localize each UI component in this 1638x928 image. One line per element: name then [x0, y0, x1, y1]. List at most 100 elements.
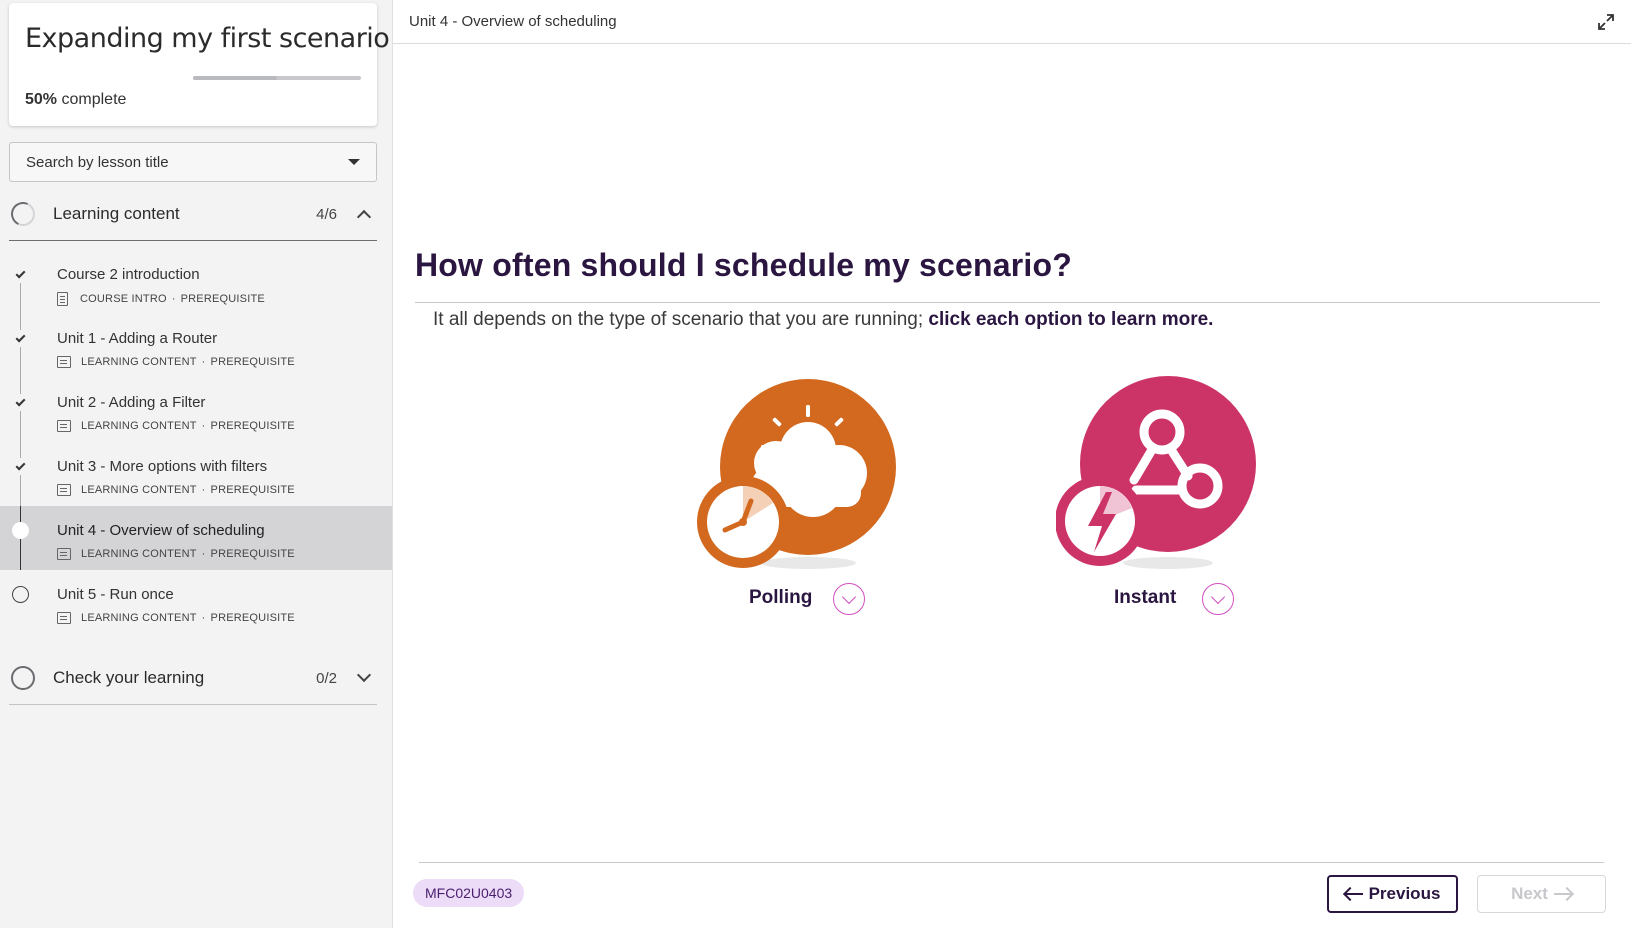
lesson-title: Course 2 introduction: [57, 266, 200, 283]
polling-option[interactable]: Polling: [693, 375, 903, 625]
section-progress-ring-icon: [11, 666, 35, 690]
lesson-title: Unit 1 - Adding a Router: [57, 330, 218, 347]
intro-bold: click each option to learn more.: [928, 309, 1214, 330]
next-button[interactable]: Next: [1477, 875, 1606, 913]
course-progress-card: Expanding my first scenario 50% complete: [9, 3, 390, 126]
course-progress-bar: [193, 76, 361, 80]
section-count: 4/6: [316, 205, 337, 223]
meta-separator: ·: [201, 612, 206, 624]
lesson-meta: LEARNING CONTENT · PREREQUISITE: [57, 548, 295, 560]
section-label: Learning content: [53, 204, 180, 223]
lesson-meta: COURSE INTRO · PREREQUISITE: [57, 292, 265, 306]
meta-separator: ·: [201, 356, 206, 368]
course-progress-fill: [193, 76, 277, 80]
section-count: 0/2: [316, 669, 337, 687]
lesson-meta: LEARNING CONTENT · PREREQUISITE: [57, 420, 295, 432]
check-icon: [15, 268, 26, 278]
lesson-tag: PREREQUISITE: [210, 356, 295, 368]
lesson-tag: PREREQUISITE: [210, 484, 295, 496]
lesson-item-unit-4-current[interactable]: Unit 4 - Overview of scheduling LEARNING…: [0, 506, 392, 570]
lesson-tag: PREREQUISITE: [210, 548, 295, 560]
slides-icon: [57, 420, 71, 432]
lesson-title: Unit 2 - Adding a Filter: [57, 394, 206, 411]
heading-divider: [415, 302, 1600, 303]
section-header-check-your-learning[interactable]: Check your learning 0/2: [9, 652, 377, 704]
lesson-meta: LEARNING CONTENT · PREREQUISITE: [57, 484, 295, 496]
slides-icon: [57, 548, 71, 560]
arrow-left-icon: [1344, 893, 1363, 895]
lesson-search-dropdown[interactable]: Search by lesson title: [9, 142, 377, 182]
next-label: Next: [1511, 884, 1548, 903]
section-divider: [9, 240, 377, 241]
lesson-viewer: Unit 4 - Overview of scheduling How ofte…: [392, 0, 1638, 928]
section-progress-ring-icon: [7, 198, 39, 230]
instant-label: Instant: [1114, 587, 1177, 608]
lesson-not-started-marker: [12, 586, 29, 603]
lesson-item-course-intro[interactable]: Course 2 introduction COURSE INTRO · PRE…: [0, 250, 392, 314]
check-icon: [15, 460, 26, 470]
footer-divider: [419, 862, 1604, 863]
meta-separator: ·: [171, 293, 176, 305]
lesson-item-unit-5[interactable]: Unit 5 - Run once LEARNING CONTENT · PRE…: [0, 570, 392, 634]
progress-label: complete: [61, 91, 127, 108]
lesson-list: Course 2 introduction COURSE INTRO · PRE…: [0, 250, 392, 634]
lesson-type: LEARNING CONTENT: [81, 612, 197, 624]
chevron-down-icon: [356, 667, 372, 683]
polling-label: Polling: [749, 587, 813, 608]
chevron-down-circle-icon[interactable]: [833, 583, 865, 615]
check-icon: [15, 396, 26, 406]
breadcrumb: Unit 4 - Overview of scheduling: [409, 13, 617, 30]
lesson-item-unit-2[interactable]: Unit 2 - Adding a Filter LEARNING CONTEN…: [0, 378, 392, 442]
caret-down-icon: [348, 159, 360, 165]
content-heading: How often should I schedule my scenario?: [415, 247, 1072, 283]
lesson-tag: PREREQUISITE: [210, 612, 295, 624]
lesson-type: LEARNING CONTENT: [81, 484, 197, 496]
lesson-complete-marker: [12, 266, 29, 283]
lesson-complete-marker: [12, 394, 29, 411]
lesson-tag: PREREQUISITE: [210, 420, 295, 432]
meta-separator: ·: [201, 420, 206, 432]
lesson-title: Unit 5 - Run once: [57, 586, 174, 603]
section-header-learning-content[interactable]: Learning content 4/6: [7, 188, 377, 240]
chevron-up-icon: [356, 209, 372, 225]
section-label: Check your learning: [53, 668, 205, 687]
lesson-type: LEARNING CONTENT: [81, 420, 197, 432]
instant-option[interactable]: Instant: [1056, 372, 1266, 625]
lesson-type: LEARNING CONTENT: [81, 548, 197, 560]
lesson-meta: LEARNING CONTENT · PREREQUISITE: [57, 612, 295, 624]
lesson-item-unit-3[interactable]: Unit 3 - More options with filters LEARN…: [0, 442, 392, 506]
lesson-title: Unit 4 - Overview of scheduling: [57, 522, 265, 539]
cloud-clock-icon: [697, 379, 896, 569]
lesson-complete-marker: [12, 458, 29, 475]
webhook-bolt-icon: [1056, 376, 1256, 569]
lesson-code-badge: MFC02U0403: [413, 879, 525, 907]
meta-separator: ·: [201, 548, 206, 560]
lesson-item-unit-1[interactable]: Unit 1 - Adding a Router LEARNING CONTEN…: [0, 314, 392, 378]
lesson-tag: PREREQUISITE: [180, 293, 265, 305]
meta-separator: ·: [201, 484, 206, 496]
slides-icon: [57, 356, 71, 368]
expand-icon[interactable]: [1597, 13, 1615, 31]
course-title: Expanding my first scenario: [25, 23, 390, 54]
course-progress-text: 50% complete: [25, 91, 126, 109]
previous-button[interactable]: Previous: [1327, 875, 1458, 913]
lesson-meta: LEARNING CONTENT · PREREQUISITE: [57, 356, 295, 368]
chevron-down-circle-icon[interactable]: [1202, 583, 1234, 615]
slides-icon: [57, 484, 71, 496]
lesson-complete-marker: [12, 330, 29, 347]
course-sidebar: Expanding my first scenario 50% complete…: [0, 0, 392, 928]
section-divider: [9, 704, 377, 705]
intro-text: It all depends on the type of scenario t…: [433, 309, 1213, 331]
intro-plain: It all depends on the type of scenario t…: [433, 309, 929, 330]
progress-percent: 50%: [25, 91, 58, 108]
arrow-right-icon: [1553, 893, 1572, 895]
lesson-current-marker: [12, 522, 29, 539]
lesson-type: COURSE INTRO: [80, 293, 167, 305]
lesson-topbar: Unit 4 - Overview of scheduling: [393, 0, 1631, 44]
check-icon: [15, 332, 26, 342]
lesson-search-label: Search by lesson title: [26, 153, 169, 171]
slides-icon: [57, 612, 71, 624]
document-icon: [57, 292, 68, 306]
lesson-title: Unit 3 - More options with filters: [57, 458, 268, 475]
lesson-type: LEARNING CONTENT: [81, 356, 197, 368]
